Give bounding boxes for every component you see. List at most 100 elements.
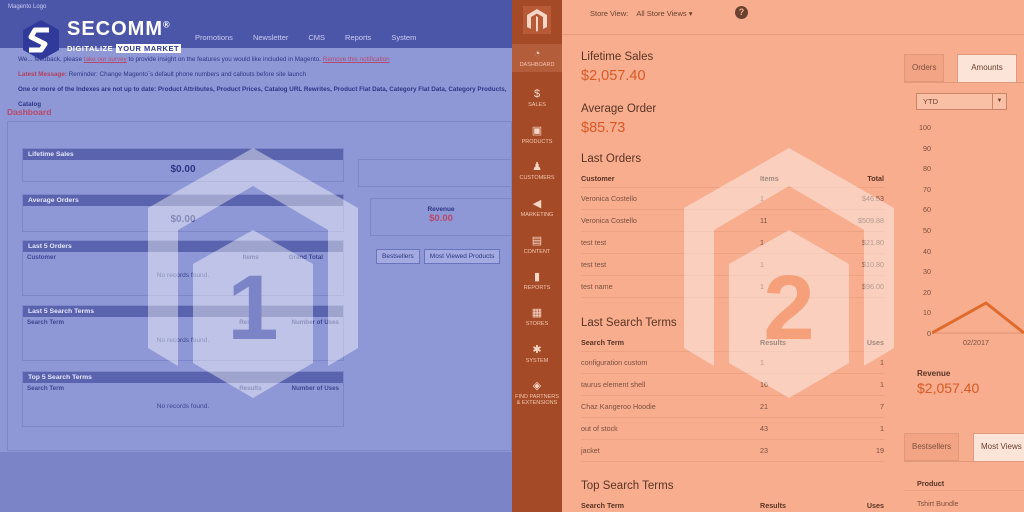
- revenue-series-line: [932, 301, 1024, 335]
- tab-divider: [904, 461, 1024, 462]
- sidebar-item-content[interactable]: ▤ CONTENT: [512, 230, 562, 259]
- puzzle-icon: ◈: [532, 380, 542, 392]
- search-cell-c2: 23: [760, 446, 768, 455]
- latest-message-label: Latest Message:: [18, 71, 67, 78]
- secomm-brand: SECOMM® DIGITALIZE YOUR MARKET: [19, 18, 199, 62]
- sidebar-item-system[interactable]: ✱ SYSTEM: [512, 339, 562, 368]
- table-header: Search Term Results Uses: [581, 496, 884, 512]
- sidebar-item-sales[interactable]: $ SALES: [512, 84, 562, 112]
- y-tick-label: 20: [923, 287, 931, 297]
- table-row[interactable]: out of stock 43 1: [581, 418, 884, 440]
- y-tick-label: 60: [923, 205, 931, 215]
- brand-tagline: DIGITALIZE YOUR MARKET: [67, 44, 182, 53]
- nav-system[interactable]: System: [391, 33, 416, 42]
- search-cell-c1: jacket: [581, 446, 600, 455]
- tab-most-viewed-products[interactable]: Most Viewed Products: [423, 249, 501, 264]
- row-divider: [904, 490, 1024, 491]
- last-orders-title: Last Orders: [581, 153, 642, 165]
- sidebar-item-label: DASHBOARD: [519, 62, 555, 68]
- search-cell-c3: 1: [880, 424, 884, 433]
- y-tick-label: 30: [923, 267, 931, 277]
- tab-orders[interactable]: Orders: [904, 54, 945, 82]
- secomm-logo-icon: [23, 20, 59, 60]
- brand-name: SECOMM®: [67, 18, 171, 41]
- person-icon: ♟: [532, 161, 542, 173]
- average-order-label: Average Order: [581, 103, 657, 115]
- lifetime-sales-label: Lifetime Sales: [581, 51, 654, 63]
- bar-chart-icon: ▮: [533, 271, 541, 283]
- col-search-term: Search Term: [581, 500, 625, 510]
- search-cell-c2: 43: [760, 424, 768, 433]
- sidebar-item-label: FIND PARTNERS & EXTENSIONS: [515, 394, 559, 406]
- dollar-icon: $: [533, 88, 541, 100]
- col-search-term[interactable]: Search Term: [27, 385, 64, 392]
- revenue-box: Revenue $0.00: [370, 198, 512, 236]
- admin-sidebar: ◔ DASHBOARD $ SALES ▣ PRODUCTS ♟ CUSTOMERS ◀ MARK…: [512, 0, 562, 512]
- sidebar-item-label: SALES: [528, 102, 546, 108]
- badge-number-2: 2: [763, 257, 815, 359]
- sidebar-item-find[interactable]: ◈ FIND PARTNERS & EXTENSIONS: [512, 375, 562, 410]
- gear-icon: ✱: [532, 344, 542, 356]
- brand-name-text: SECOMM: [67, 18, 163, 40]
- sidebar-item-stores[interactable]: ▦ STORES: [512, 302, 562, 331]
- y-tick-label: 90: [923, 143, 931, 153]
- grid-tabs: Bestsellers Most Viewed Products: [376, 249, 501, 264]
- revenue-value: $2,057.40: [917, 380, 980, 396]
- period-select-value: YTD: [923, 97, 938, 106]
- sidebar-item-label: PRODUCTS: [521, 139, 553, 145]
- tagline-a: DIGITALIZE: [67, 44, 114, 53]
- x-tick-label: 02/2017: [963, 338, 989, 347]
- help-icon[interactable]: ?: [735, 6, 748, 19]
- col-search-term[interactable]: Search Term: [27, 319, 64, 326]
- y-tick-label: 100: [919, 123, 931, 132]
- y-tick-label: 80: [923, 164, 931, 174]
- col-uses: Uses: [866, 500, 884, 510]
- y-tick-label: 40: [923, 246, 931, 256]
- tab-amounts[interactable]: Amounts: [957, 54, 1017, 82]
- search-cell-c3: 19: [876, 446, 884, 455]
- y-tick-label: 50: [923, 226, 931, 235]
- chart-period-box: [358, 159, 512, 187]
- product-col-header: Product: [917, 479, 945, 488]
- col-results: Results: [760, 500, 786, 510]
- y-tick-label: 0: [927, 329, 931, 338]
- table-row[interactable]: jacket 23 19: [581, 440, 884, 462]
- sidebar-item-customers[interactable]: ♟ CUSTOMERS: [512, 156, 562, 185]
- top-search-title: Top Search Terms: [581, 480, 674, 492]
- nav-newsletter[interactable]: Newsletter: [253, 33, 288, 42]
- sidebar-item-label: CUSTOMERS: [519, 175, 555, 181]
- sidebar-item-marketing[interactable]: ◀ MARKETING: [512, 193, 562, 222]
- admin-nav: Promotions Newsletter CMS Reports System: [195, 33, 416, 42]
- tab-divider: [904, 82, 1024, 83]
- page-title: Dashboard: [7, 107, 52, 117]
- footer-area: [0, 452, 512, 512]
- magento-logo-icon[interactable]: [523, 6, 551, 34]
- tab-bestsellers[interactable]: Bestsellers: [904, 433, 960, 461]
- magento-logo-text: Magento Logo: [8, 4, 47, 10]
- col-customer[interactable]: Customer: [27, 254, 56, 261]
- tab-bestsellers[interactable]: Bestsellers: [376, 249, 420, 264]
- search-cell-c1: out of stock: [581, 424, 618, 433]
- megaphone-icon: ◀: [532, 198, 542, 210]
- store-view-switcher: Store View: All Store Views ▾: [590, 9, 692, 18]
- store-view-dropdown[interactable]: All Store Views ▾: [636, 9, 692, 18]
- content-icon: ▤: [531, 235, 543, 247]
- tab-most-viewed[interactable]: Most Views: [973, 433, 1024, 461]
- average-order-value: $85.73: [581, 120, 626, 136]
- nav-cms[interactable]: CMS: [308, 33, 325, 42]
- sidebar-item-label: MARKETING: [520, 212, 554, 218]
- remove-notification-link[interactable]: Remove this notification: [323, 56, 390, 63]
- revenue-label: Revenue: [427, 206, 455, 213]
- period-select[interactable]: YTD ▼: [916, 93, 1007, 110]
- sidebar-item-label: STORES: [525, 321, 549, 327]
- index-warning: One or more of the Indexes are not up to…: [18, 86, 507, 108]
- dashboard-icon: ◔: [533, 48, 541, 60]
- sidebar-item-reports[interactable]: ▮ REPORTS: [512, 266, 562, 295]
- badge-number-1: 1: [227, 257, 279, 359]
- nav-reports[interactable]: Reports: [345, 33, 371, 42]
- magento-logo-shape: [527, 9, 547, 32]
- last-search-title: Last Search Terms: [581, 317, 677, 329]
- sidebar-item-dashboard[interactable]: ◔ DASHBOARD: [512, 44, 562, 72]
- sidebar-item-products[interactable]: ▣ PRODUCTS: [512, 120, 562, 149]
- nav-promotions[interactable]: Promotions: [195, 33, 233, 42]
